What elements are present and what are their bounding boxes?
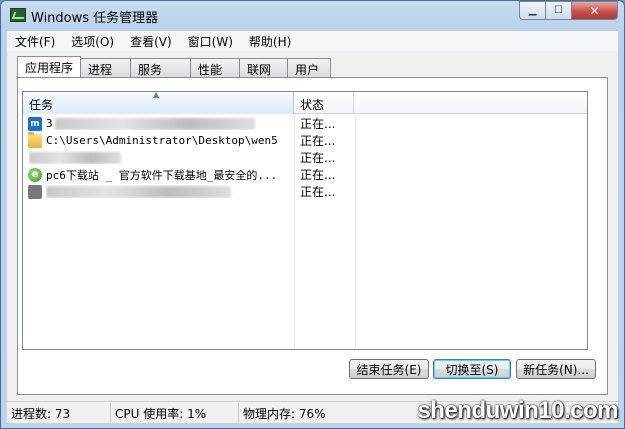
table-row[interactable]: e pc6下载站 _ 官方软件下载基地_最安全的... 正在... xyxy=(23,166,587,183)
task-status: 正在... xyxy=(300,185,336,199)
task-name xyxy=(29,151,289,164)
tab-applications[interactable]: 应用程序 xyxy=(17,56,82,77)
window-controls: ▁ ☐ ✕ xyxy=(519,1,618,20)
menu-options[interactable]: 选项(O) xyxy=(63,31,122,51)
title-bar[interactable]: Windows 任务管理器 ▁ ☐ ✕ xyxy=(1,1,624,31)
table-row[interactable]: 正在... xyxy=(23,183,587,200)
column-task-label: 任务 xyxy=(29,98,54,112)
ie-icon: e xyxy=(28,167,42,182)
tab-networking[interactable]: 联网 xyxy=(239,58,289,77)
task-name: C:\Users\Administrator\Desktop\wen5 xyxy=(46,134,278,147)
tab-performance[interactable]: 性能 xyxy=(190,58,241,77)
task-list[interactable]: ▲ 任务 状态 m 3 正在... C:\Users\Administrator… xyxy=(22,91,588,350)
client-area: 应用程序 进程 服务 性能 联网 用户 ▲ 任务 状态 m 3 正在... C:… xyxy=(7,51,618,401)
end-task-button[interactable]: 结束任务(E) xyxy=(349,359,429,379)
tab-processes[interactable]: 进程 xyxy=(80,58,132,77)
task-manager-icon xyxy=(10,8,26,22)
menu-view[interactable]: 查看(V) xyxy=(122,31,180,51)
table-row[interactable]: C:\Users\Administrator\Desktop\wen5 正在..… xyxy=(23,131,587,149)
task-status: 正在... xyxy=(300,168,336,182)
column-header-status[interactable]: 状态 xyxy=(294,92,354,114)
column-status-label: 状态 xyxy=(300,98,325,112)
maximize-button[interactable]: ☐ xyxy=(546,1,572,20)
folder-icon xyxy=(28,131,42,148)
menu-help[interactable]: 帮助(H) xyxy=(241,31,299,51)
close-button[interactable]: ✕ xyxy=(572,1,618,20)
minimize-button[interactable]: ▁ xyxy=(519,1,546,20)
minimize-icon: ▁ xyxy=(528,5,537,16)
task-name: pc6下载站 _ 官方软件下载基地_最安全的... xyxy=(46,168,278,182)
table-row[interactable]: 正在... xyxy=(23,149,587,166)
tab-users[interactable]: 用户 xyxy=(287,58,332,77)
task-status: 正在... xyxy=(300,134,336,148)
tab-services[interactable]: 服务 xyxy=(130,58,192,77)
list-header: ▲ 任务 状态 xyxy=(23,92,587,114)
column-header-task[interactable]: ▲ 任务 xyxy=(23,92,294,114)
process-count: 进程数: 73 xyxy=(7,402,111,424)
task-manager-window: Windows 任务管理器 ▁ ☐ ✕ 文件(F) 选项(O) 查看(V) 窗口… xyxy=(0,0,625,429)
table-row[interactable]: m 3 正在... xyxy=(23,115,587,132)
task-name: 3 xyxy=(46,117,306,130)
close-icon: ✕ xyxy=(589,3,600,18)
cpu-usage: CPU 使用率: 1% xyxy=(111,402,239,424)
menu-window[interactable]: 窗口(W) xyxy=(180,31,241,51)
task-rows: m 3 正在... C:\Users\Administrator\Desktop… xyxy=(23,115,587,200)
tab-strip: 应用程序 进程 服务 性能 联网 用户 xyxy=(17,56,332,77)
maximize-icon: ☐ xyxy=(554,5,563,16)
switch-to-button[interactable]: 切换至(S) xyxy=(433,359,511,379)
sort-arrow-icon: ▲ xyxy=(153,91,160,99)
menu-bar: 文件(F) 选项(O) 查看(V) 窗口(W) 帮助(H) xyxy=(7,31,618,51)
memory-usage: 物理内存: 76% xyxy=(243,407,326,421)
status-bar: 进程数: 73 CPU 使用率: 1% 物理内存: 76% xyxy=(7,401,618,424)
task-status: 正在... xyxy=(300,117,336,131)
task-status: 正在... xyxy=(300,151,336,165)
window-title: Windows 任务管理器 xyxy=(31,11,159,26)
new-task-button[interactable]: 新任务(N)... xyxy=(516,359,596,379)
task-name xyxy=(46,185,306,198)
app-icon xyxy=(28,184,42,199)
browser-icon: m xyxy=(28,116,42,131)
menu-file[interactable]: 文件(F) xyxy=(7,31,63,51)
